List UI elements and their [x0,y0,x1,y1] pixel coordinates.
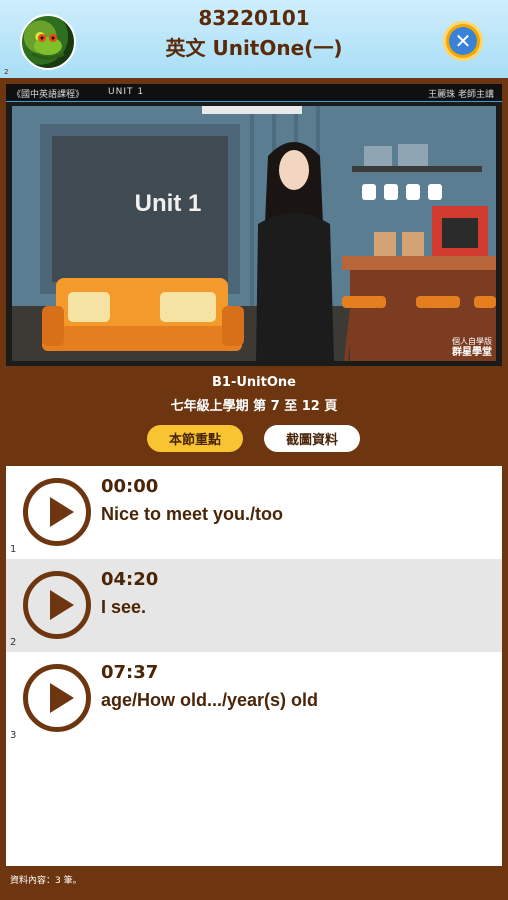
item-time: 07:37 [101,662,159,683]
lesson-code: B1-UnitOne [212,375,296,390]
course-title: 英文 UnitOne(一) [165,36,343,60]
lesson-pages: 七年級上學期 第 7 至 12 頁 [170,399,338,414]
screenshot-data-button[interactable]: 截圖資料 [264,425,360,452]
item-text: Nice to meet you./too [101,504,284,524]
play-icon[interactable] [23,571,91,639]
brand-name: 群星學堂 [452,347,492,358]
item-index: 3 [10,730,17,741]
close-button[interactable]: ✕ [443,21,483,61]
brand-edition: 個人自學版 [452,337,492,346]
course-id: 83220101 [198,6,310,30]
video-bar-divider [6,101,502,102]
list-item[interactable]: 00:00 Nice to meet you./too 1 [6,466,502,559]
video-teacher-label: 王麗珠 老師主講 [428,90,494,100]
close-icon: ✕ [449,27,477,55]
video-player[interactable]: 《國中英語課程》 UNIT 1 王麗珠 老師主講 Unit 1 個人自學版 群星… [6,84,502,366]
video-unit-label: UNIT 1 [108,87,145,97]
item-text: I see. [101,597,147,617]
play-icon[interactable] [23,664,91,732]
item-index: 2 [10,637,17,648]
item-time: 00:00 [101,476,159,497]
play-icon[interactable] [23,478,91,546]
header-mark: 2 [4,68,9,76]
video-series-label: 《國中英語課程》 [12,90,85,100]
key-points-button[interactable]: 本節重點 [147,425,243,452]
brand-watermark: 個人自學版 群星學堂 [452,336,492,358]
video-frame [12,106,496,361]
record-count: 資料內容：3 筆。 [10,876,82,886]
header-bar: 83220101 英文 UnitOne(一) ✕ 2 [0,0,508,78]
item-text: age/How old.../year(s) old [101,690,319,710]
video-caption-bar: 《國中英語課程》 UNIT 1 王麗珠 老師主講 [6,84,502,102]
list-item[interactable]: 04:20 I see. 2 [6,559,502,652]
list-item[interactable]: 07:37 age/How old.../year(s) old 3 [6,652,502,745]
board-unit-text: Unit 1 [134,190,202,217]
item-time: 04:20 [101,569,159,590]
item-index: 1 [10,544,17,555]
lesson-list: 00:00 Nice to meet you./too 1 04:20 I se… [6,466,502,866]
